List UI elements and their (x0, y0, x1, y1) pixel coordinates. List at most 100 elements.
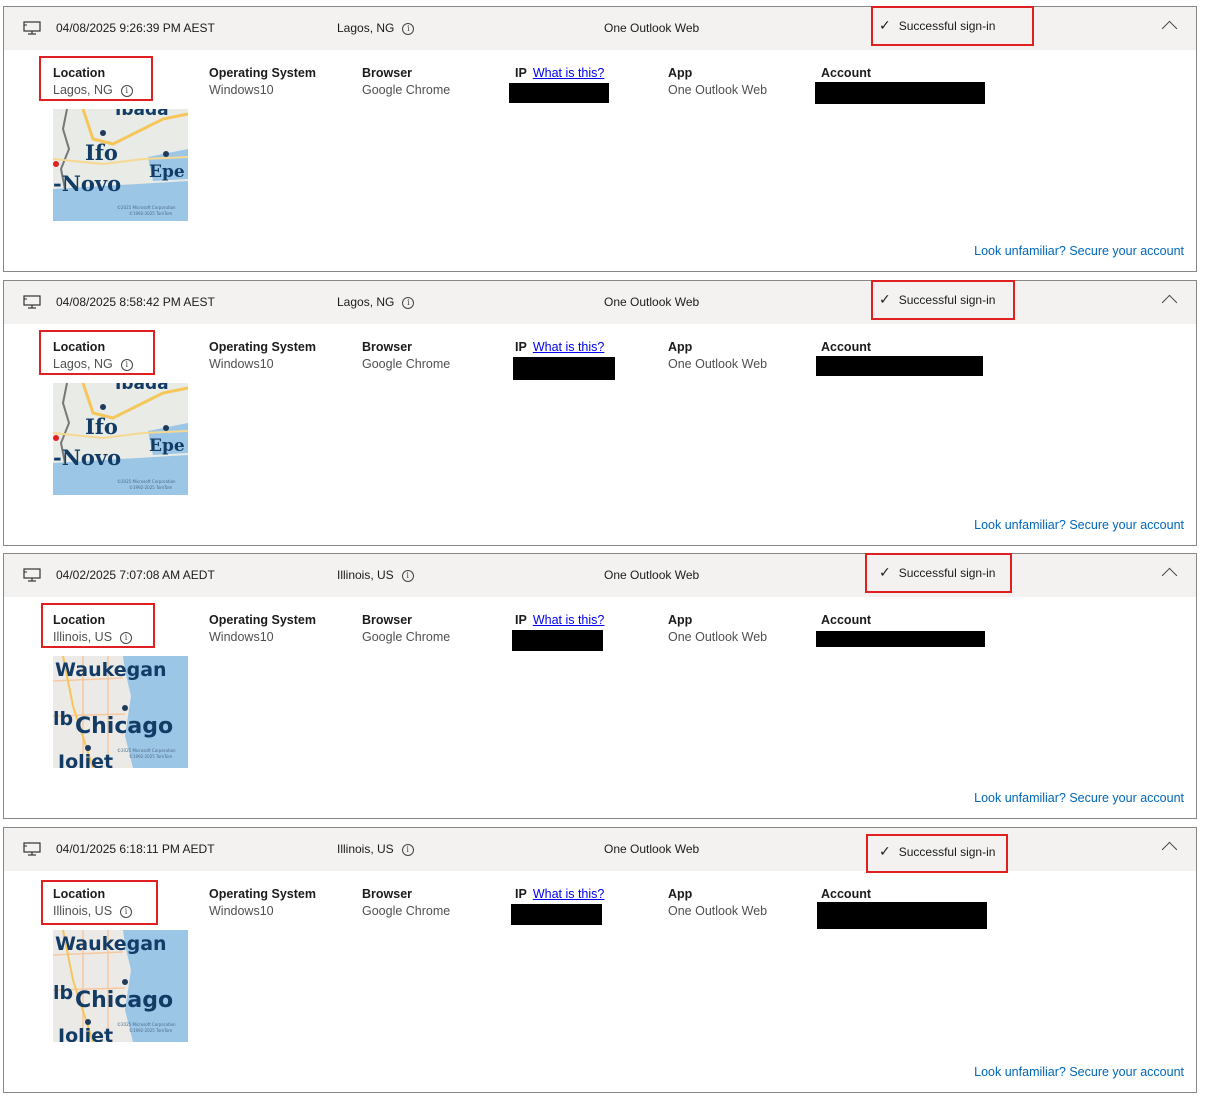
map-label: Chicago (75, 988, 173, 1013)
info-icon[interactable]: i (120, 359, 133, 371)
app-value: One Outlook Web (668, 83, 768, 97)
map-label: Epe (149, 162, 185, 182)
os-label: Operating System (209, 340, 316, 354)
account-redacted (816, 356, 983, 376)
os-label: Operating System (209, 887, 316, 901)
map-label: Joliet (56, 751, 113, 768)
location-field: Location Illinois, US i (53, 886, 133, 920)
ip-redacted (512, 630, 603, 651)
status-highlight: ✓ Successful sign-in (871, 280, 1015, 320)
os-label: Operating System (209, 66, 316, 80)
status-badge: ✓ Successful sign-in (879, 293, 995, 307)
browser-field: Browser Google Chrome (362, 339, 450, 373)
chevron-up-icon[interactable] (1161, 294, 1178, 311)
signin-datetime: 04/02/2025 7:07:08 AM AEDT (56, 568, 215, 582)
map-copyright: ©2025 Microsoft Corporation (117, 205, 176, 210)
location-label: Location (53, 340, 106, 354)
account-field: Account (821, 65, 871, 82)
header-location: Lagos, NG i (337, 295, 415, 309)
info-icon[interactable]: i (402, 23, 415, 35)
ip-label-row: IP What is this? (515, 339, 604, 356)
os-value: Windows10 (209, 357, 274, 371)
ip-field: IP What is this? (515, 612, 604, 629)
info-icon[interactable]: i (120, 85, 133, 97)
status-text: Successful sign-in (898, 19, 996, 33)
app-label: App (668, 340, 693, 354)
header-location: Illinois, US i (337, 568, 414, 582)
header-location-text: Illinois, US (337, 842, 394, 856)
monitor-icon (23, 842, 41, 856)
header-app: One Outlook Web (604, 21, 700, 35)
location-map: Waukegan lb Chicago Joliet ©2025 Microso… (53, 656, 188, 768)
info-icon[interactable]: i (120, 632, 133, 644)
chevron-up-icon[interactable] (1161, 841, 1178, 858)
account-label: Account (821, 887, 871, 901)
header-location-text: Lagos, NG (337, 295, 395, 309)
location-field: Location Lagos, NG i (53, 65, 133, 99)
account-label: Account (821, 613, 871, 627)
ip-help-link[interactable]: What is this? (533, 340, 605, 354)
map-label: -Novo (53, 445, 121, 470)
account-redacted (816, 631, 985, 647)
ip-help-link[interactable]: What is this? (533, 66, 605, 80)
location-label: Location (53, 887, 106, 901)
secure-account-link[interactable]: Look unfamiliar? Secure your account (974, 518, 1184, 532)
status-text: Successful sign-in (898, 293, 996, 307)
status-text: Successful sign-in (898, 845, 996, 859)
location-value-row: Illinois, US i (53, 629, 133, 646)
account-field: Account (821, 339, 871, 356)
map-label: Chicago (75, 714, 173, 739)
card-header[interactable]: 04/08/2025 8:58:42 PM AEST Lagos, NG i On… (4, 280, 1196, 324)
map-label: lb (53, 982, 73, 1004)
chevron-up-icon[interactable] (1161, 567, 1178, 584)
secure-account-link[interactable]: Look unfamiliar? Secure your account (974, 244, 1184, 258)
ip-help-link[interactable]: What is this? (533, 887, 605, 901)
map-copyright: ©2025 Microsoft Corporation (117, 1022, 176, 1027)
status-highlight: ✓ Successful sign-in (871, 6, 1034, 46)
ip-help-link[interactable]: What is this? (533, 613, 605, 627)
browser-value: Google Chrome (362, 630, 451, 644)
info-icon[interactable]: i (401, 570, 414, 582)
ip-label: IP (515, 887, 527, 901)
browser-label: Browser (362, 66, 413, 80)
info-icon[interactable]: i (401, 844, 414, 856)
app-field: App One Outlook Web (668, 65, 767, 99)
secure-account-link[interactable]: Look unfamiliar? Secure your account (974, 1065, 1184, 1079)
info-icon[interactable]: i (402, 297, 415, 309)
card-header[interactable]: 04/08/2025 9:26:39 PM AEST Lagos, NG i On… (4, 6, 1196, 50)
secure-account-link[interactable]: Look unfamiliar? Secure your account (974, 791, 1184, 805)
card-header[interactable]: 04/01/2025 6:18:11 PM AEDT Illinois, US i… (4, 828, 1196, 873)
chevron-up-icon[interactable] (1161, 20, 1178, 37)
map-label: Ibada (115, 109, 169, 120)
browser-label: Browser (362, 887, 413, 901)
card-header[interactable]: 04/02/2025 7:07:08 AM AEDT Illinois, US i… (4, 553, 1196, 597)
info-icon[interactable]: i (120, 906, 133, 918)
header-location-text: Lagos, NG (337, 21, 395, 35)
os-label: Operating System (209, 613, 316, 627)
signin-datetime: 04/08/2025 8:58:42 PM AEST (56, 295, 215, 309)
ip-label-row: IP What is this? (515, 886, 604, 903)
os-value: Windows10 (209, 904, 274, 918)
os-value: Windows10 (209, 630, 274, 644)
map-label: Epe (149, 436, 185, 456)
app-value: One Outlook Web (668, 904, 768, 918)
ip-redacted (511, 904, 602, 925)
header-app: One Outlook Web (604, 842, 700, 856)
signin-card: 04/08/2025 8:58:42 PM AEST Lagos, NG i On… (3, 280, 1197, 546)
map-label: lb (53, 708, 73, 730)
header-location: Illinois, US i (337, 842, 414, 856)
app-value: One Outlook Web (668, 357, 768, 371)
status-badge: ✓ Successful sign-in (879, 19, 995, 33)
signin-card: 04/08/2025 9:26:39 PM AEST Lagos, NG i On… (3, 6, 1197, 272)
account-redacted (817, 902, 987, 929)
os-field: Operating System Windows10 (209, 886, 316, 920)
app-field: App One Outlook Web (668, 886, 767, 920)
os-value: Windows10 (209, 83, 274, 97)
browser-value: Google Chrome (362, 904, 451, 918)
map-label: Waukegan (55, 659, 167, 681)
map-label: Waukegan (55, 933, 167, 955)
location-label: Location (53, 66, 106, 80)
signin-datetime: 04/01/2025 6:18:11 PM AEDT (56, 842, 215, 856)
monitor-icon (23, 21, 41, 35)
status-highlight: ✓ Successful sign-in (866, 834, 1008, 873)
